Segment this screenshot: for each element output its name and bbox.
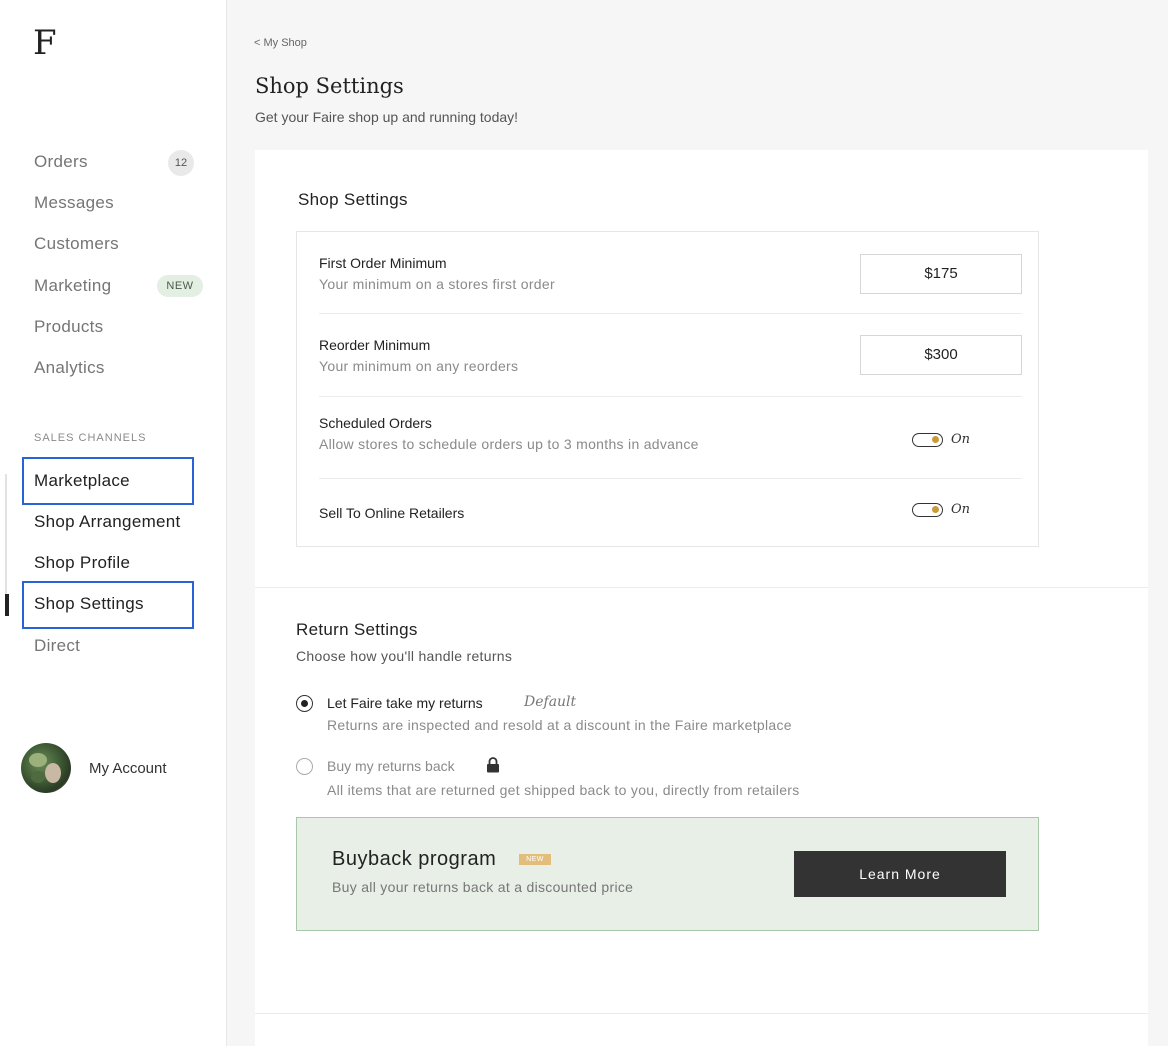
sidebar-item-marketing[interactable]: Marketing <box>34 276 111 296</box>
lock-icon <box>487 757 499 773</box>
scheduled-orders-toggle[interactable] <box>912 433 943 447</box>
first-order-min-title: First Order Minimum <box>319 255 447 271</box>
sidebar-item-orders[interactable]: Orders <box>34 152 88 172</box>
sidebar-item-products[interactable]: Products <box>34 317 104 337</box>
return-option-faire-radio[interactable] <box>296 695 313 712</box>
breadcrumb[interactable]: < My Shop <box>254 37 307 49</box>
brand-logo[interactable]: F <box>33 26 57 60</box>
sell-online-toggle[interactable] <box>912 503 943 517</box>
sidebar-item-shop-settings[interactable]: Shop Settings <box>34 594 144 614</box>
first-order-min-input[interactable]: $175 <box>860 254 1022 294</box>
return-option-faire-desc: Returns are inspected and resold at a di… <box>327 717 792 733</box>
sidebar-item-marketplace[interactable]: Marketplace <box>34 471 130 491</box>
buyback-banner: Buyback program NEW Buy all your returns… <box>296 817 1039 931</box>
shop-settings-heading: Shop Settings <box>298 190 408 209</box>
sidebar: F Orders 12 Messages Customers Marketing… <box>0 0 227 1046</box>
sidebar-item-analytics[interactable]: Analytics <box>34 358 105 378</box>
sales-channels-heading: SALES CHANNELS <box>34 432 147 444</box>
shop-settings-card: First Order Minimum Your minimum on a st… <box>296 231 1039 547</box>
default-tag: Default <box>524 694 577 710</box>
sidebar-item-shop-profile[interactable]: Shop Profile <box>34 553 130 573</box>
sell-online-toggle-label: On <box>951 502 971 517</box>
buyback-new-badge: NEW <box>519 854 551 865</box>
channels-track <box>5 474 7 594</box>
return-option-buyback-desc: All items that are returned get shipped … <box>327 782 800 798</box>
section-divider <box>255 587 1148 588</box>
my-account-link[interactable]: My Account <box>89 760 167 777</box>
return-option-buyback-title[interactable]: Buy my returns back <box>327 758 455 774</box>
page-title: Shop Settings <box>255 74 404 98</box>
reorder-min-desc: Your minimum on any reorders <box>319 358 519 374</box>
scheduled-orders-toggle-label: On <box>951 432 971 447</box>
scheduled-orders-title: Scheduled Orders <box>319 415 432 431</box>
reorder-min-title: Reorder Minimum <box>319 337 431 353</box>
return-option-faire-title[interactable]: Let Faire take my returns <box>327 695 483 711</box>
sidebar-item-messages[interactable]: Messages <box>34 193 114 213</box>
sidebar-item-shop-arrangement[interactable]: Shop Arrangement <box>34 512 181 532</box>
buyback-title: Buyback program <box>332 848 497 870</box>
active-indicator <box>5 594 9 616</box>
avatar[interactable] <box>21 743 71 793</box>
sell-online-title: Sell To Online Retailers <box>319 505 465 521</box>
scheduled-orders-desc: Allow stores to schedule orders up to 3 … <box>319 436 699 452</box>
first-order-min-desc: Your minimum on a stores first order <box>319 276 555 292</box>
return-settings-subtitle: Choose how you'll handle returns <box>296 648 513 664</box>
marketing-new-badge: NEW <box>157 275 203 297</box>
sidebar-item-customers[interactable]: Customers <box>34 234 119 254</box>
row-divider <box>319 396 1022 397</box>
return-option-buyback-radio[interactable] <box>296 758 313 775</box>
row-divider <box>319 478 1022 479</box>
orders-count-badge: 12 <box>168 150 194 176</box>
section-divider <box>255 1013 1148 1014</box>
page-subtitle: Get your Faire shop up and running today… <box>255 109 519 125</box>
return-settings-heading: Return Settings <box>296 620 418 639</box>
sidebar-item-direct[interactable]: Direct <box>34 636 80 656</box>
buyback-desc: Buy all your returns back at a discounte… <box>332 879 634 895</box>
settings-panel: Shop Settings First Order Minimum Your m… <box>255 150 1148 1046</box>
learn-more-button[interactable]: Learn More <box>794 851 1006 897</box>
row-divider <box>319 313 1022 314</box>
reorder-min-input[interactable]: $300 <box>860 335 1022 375</box>
